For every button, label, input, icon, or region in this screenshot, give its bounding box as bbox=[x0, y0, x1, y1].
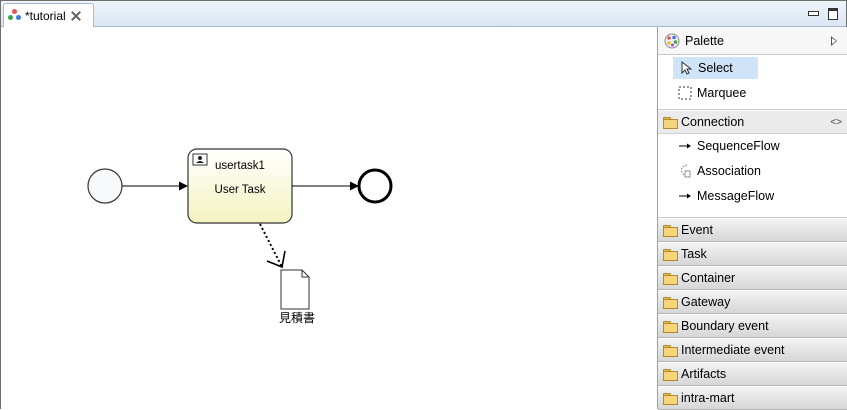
drawer-boundary-event[interactable]: Boundary event bbox=[658, 314, 847, 338]
data-object[interactable] bbox=[280, 269, 310, 310]
folder-open-icon bbox=[663, 117, 678, 129]
drawer-label: Task bbox=[681, 247, 707, 261]
drawer-label: Container bbox=[681, 271, 736, 285]
user-task[interactable]: usertask1 User Task bbox=[187, 148, 293, 224]
user-task-icon bbox=[192, 153, 208, 166]
folder-icon bbox=[663, 273, 678, 285]
tool-select[interactable]: Select bbox=[673, 57, 758, 79]
folder-icon bbox=[663, 249, 678, 261]
close-tab-icon[interactable] bbox=[71, 11, 81, 21]
collapse-palette-icon[interactable] bbox=[831, 36, 837, 46]
tool-select-label: Select bbox=[698, 61, 733, 75]
start-event[interactable] bbox=[87, 168, 123, 204]
tab-label: *tutorial bbox=[25, 8, 66, 23]
drawer-connection[interactable]: Connection <> bbox=[658, 110, 847, 134]
drawer-label: Intermediate event bbox=[681, 343, 785, 357]
folder-icon bbox=[663, 297, 678, 309]
tab-tutorial[interactable]: *tutorial bbox=[3, 3, 94, 27]
drawer-gateway[interactable]: Gateway bbox=[658, 290, 847, 314]
folder-icon bbox=[663, 345, 678, 357]
drawer-label: Boundary event bbox=[681, 319, 769, 333]
diagram-canvas[interactable]: usertask1 User Task 見積書 bbox=[1, 27, 657, 409]
drawer-label: Gateway bbox=[681, 295, 731, 309]
data-object-label: 見積書 bbox=[279, 310, 315, 325]
editor-window: *tutorial usertask1 User Task 見積書 Palett… bbox=[0, 0, 847, 410]
drawer-label: intra-mart bbox=[681, 391, 735, 405]
task-name-label: User Task bbox=[215, 184, 266, 196]
tool-messageflow-label: MessageFlow bbox=[697, 189, 775, 203]
diagram-svg: usertask1 User Task 見積書 bbox=[87, 148, 393, 325]
sequence-flow-arrowhead bbox=[179, 181, 188, 191]
folder-icon bbox=[663, 225, 678, 237]
tool-messageflow[interactable]: MessageFlow bbox=[673, 185, 780, 207]
palette-panel: Palette Select Marquee Connection <> Seq… bbox=[657, 27, 847, 410]
minimize-icon[interactable] bbox=[807, 7, 819, 19]
tool-sequenceflow-label: SequenceFlow bbox=[697, 139, 780, 153]
tool-association-label: Association bbox=[697, 164, 761, 178]
drawer-task[interactable]: Task bbox=[658, 242, 847, 266]
drawer-artifacts[interactable]: Artifacts bbox=[658, 362, 847, 386]
bpmn-diagram-icon bbox=[8, 8, 22, 23]
palette-icon bbox=[664, 33, 680, 48]
select-arrow-icon bbox=[678, 60, 694, 76]
tool-marquee[interactable]: Marquee bbox=[673, 82, 752, 104]
drawer-intra-mart[interactable]: intra-mart bbox=[658, 386, 847, 410]
tool-marquee-label: Marquee bbox=[697, 86, 747, 100]
message-flow-icon bbox=[677, 188, 693, 204]
end-event[interactable] bbox=[357, 168, 393, 204]
task-id-label: usertask1 bbox=[215, 160, 265, 172]
data-association[interactable] bbox=[259, 223, 283, 268]
sequence-flow-icon bbox=[677, 138, 693, 154]
tool-association[interactable]: Association bbox=[673, 160, 767, 182]
pin-drawer-icon[interactable]: <> bbox=[830, 117, 842, 128]
folder-icon bbox=[663, 369, 678, 381]
tool-sequenceflow[interactable]: SequenceFlow bbox=[673, 135, 786, 157]
folder-icon bbox=[663, 393, 678, 405]
drawer-intermediate-event[interactable]: Intermediate event bbox=[658, 338, 847, 362]
maximize-icon[interactable] bbox=[827, 7, 839, 20]
drawer-container[interactable]: Container bbox=[658, 266, 847, 290]
drawer-connection-label: Connection bbox=[681, 115, 745, 129]
drawer-label: Event bbox=[681, 223, 713, 237]
marquee-icon bbox=[677, 85, 693, 101]
drawer-event[interactable]: Event bbox=[658, 218, 847, 242]
palette-header[interactable]: Palette bbox=[658, 27, 847, 55]
folder-icon bbox=[663, 321, 678, 333]
drawer-label: Artifacts bbox=[681, 367, 727, 381]
association-icon bbox=[677, 163, 693, 179]
editor-tab-bar: *tutorial bbox=[1, 1, 846, 27]
palette-title: Palette bbox=[685, 33, 724, 48]
